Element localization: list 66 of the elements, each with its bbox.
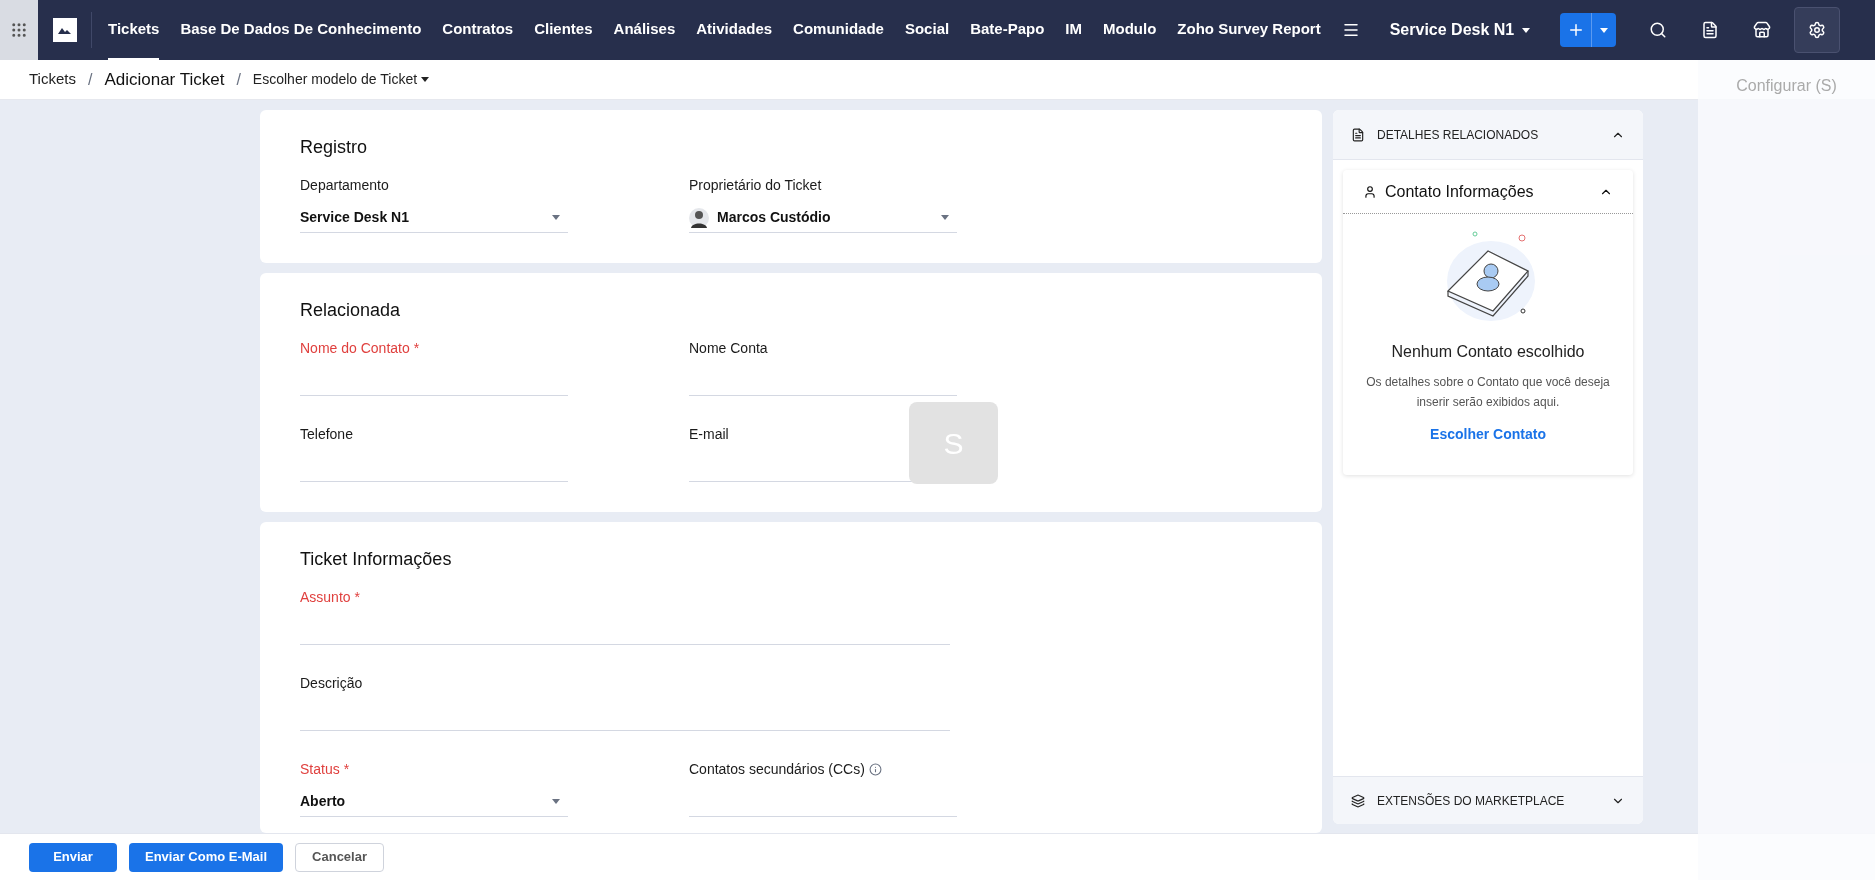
- field-label: Assunto: [300, 587, 351, 607]
- field-label: Nome Conta: [689, 338, 768, 358]
- select-field[interactable]: Aberto: [300, 787, 568, 817]
- caret-icon: [552, 215, 560, 220]
- caret-icon: [941, 215, 949, 220]
- field-label: E-mail: [689, 424, 729, 444]
- required-mark: *: [354, 587, 361, 607]
- grid-icon: [10, 21, 28, 39]
- action-button[interactable]: Cancelar: [295, 842, 384, 872]
- caret-icon: [1522, 27, 1531, 33]
- field-label: Telefone: [300, 424, 353, 444]
- nav-tab[interactable]: Atividades: [696, 0, 773, 60]
- select-field[interactable]: Service Desk N1: [300, 203, 568, 233]
- nav-tab[interactable]: Social: [904, 0, 950, 60]
- menu-icon[interactable]: [1341, 21, 1360, 39]
- nav-tab[interactable]: Zoho Survey Report: [1177, 0, 1321, 60]
- search-icon: [1649, 21, 1668, 39]
- field-label: Proprietário do Ticket: [689, 175, 822, 195]
- breadcrumb-link[interactable]: Tickets: [29, 68, 76, 91]
- section-title: Registro: [300, 136, 369, 159]
- nav-tab[interactable]: Comunidade: [793, 0, 884, 60]
- action-button[interactable]: Enviar Como E-Mail: [129, 842, 284, 872]
- breadcrumb-separator: /: [87, 69, 93, 90]
- contact-info-header[interactable]: Contato Informações: [1343, 170, 1633, 214]
- logo: [52, 18, 77, 42]
- store-icon: [1753, 21, 1772, 39]
- nav-tab[interactable]: IM: [1065, 0, 1082, 60]
- list-icon: [1351, 127, 1365, 142]
- marketplace-extensions-header[interactable]: EXTENSÕES DO MARKETPLACE: [1333, 776, 1643, 824]
- nav-tab[interactable]: Base De Dados De Conhecimento: [180, 0, 422, 60]
- action-button[interactable]: Enviar: [29, 842, 117, 872]
- nav-tab[interactable]: Análises: [613, 0, 676, 60]
- empty-state-title: Nenhum Contato escolhido: [1391, 342, 1585, 362]
- nav-tab[interactable]: Contratos: [442, 0, 514, 60]
- department-dropdown[interactable]: Service Desk N1: [1389, 18, 1531, 42]
- required-mark: *: [413, 338, 420, 358]
- caret-icon: [552, 799, 560, 804]
- empty-state-text: Os detalhes sobre o Contato que você deseja inserir serão exibidos aqui.: [1365, 374, 1611, 411]
- choose-contact-link[interactable]: Escolher Contato: [1430, 424, 1546, 445]
- select-field[interactable]: Marcos Custódio: [689, 203, 957, 233]
- template-dropdown[interactable]: Escolher modelo de Ticket: [252, 69, 430, 90]
- nav-tab[interactable]: Modulo: [1103, 0, 1157, 60]
- related-details-header[interactable]: DETALHES RELACIONADOS: [1333, 110, 1643, 160]
- section-title: Relacionada: [300, 299, 402, 322]
- settings-icon: [1808, 21, 1827, 39]
- field-label: Status: [300, 759, 340, 779]
- nav-tab[interactable]: Bate-Papo: [970, 0, 1045, 60]
- document-icon: [1701, 21, 1720, 39]
- person-icon: [1363, 184, 1377, 199]
- field-label: Descrição: [300, 673, 363, 693]
- caret-icon: [421, 77, 430, 82]
- tooltip-text: Configurar (S): [1736, 76, 1837, 96]
- page-title: Adicionar Ticket: [104, 68, 225, 91]
- nav-tab[interactable]: Clientes: [534, 0, 593, 60]
- section-title: Ticket Informações: [300, 548, 453, 571]
- breadcrumb-separator: /: [236, 69, 241, 90]
- settings-button[interactable]: [1794, 7, 1841, 53]
- avatar-icon: [689, 207, 709, 228]
- layers-icon: [1351, 793, 1365, 808]
- apps-menu-button[interactable]: [0, 0, 38, 60]
- field-label: Departamento: [300, 175, 389, 195]
- field-label: Contatos secundários (CCs): [689, 759, 865, 779]
- caret-icon: [1600, 27, 1609, 33]
- field-label: Nome do Contato: [300, 338, 410, 358]
- required-mark: *: [343, 759, 350, 779]
- info-icon[interactable]: [868, 762, 882, 776]
